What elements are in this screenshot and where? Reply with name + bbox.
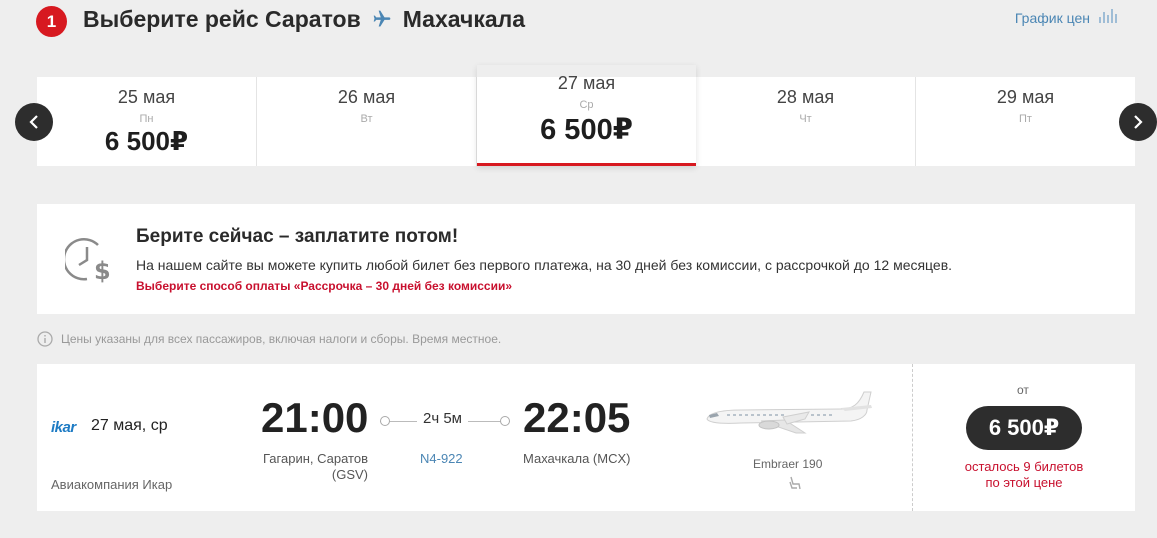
clock-dollar-icon: $ [62,235,115,288]
flight-card[interactable]: ikar 27 мая, ср Авиакомпания Икар 21:00 … [37,364,1135,511]
promo-text: На нашем сайте вы можете купить любой би… [136,257,953,273]
date-label: 28 мая [776,87,835,107]
date-option-0[interactable]: 25 мая Пн 6 500₽ [37,77,257,166]
date-carousel: 25 мая Пн 6 500₽ 26 мая Вт 27 мая Ср 6 5… [37,73,1135,166]
flight-duration: 2ч 5м [417,410,468,427]
bar-chart-icon [1099,9,1119,26]
weekday-label: Вт [360,113,373,125]
title-destination: Махачкала [402,5,526,32]
select-flight-price-button[interactable]: 6 500₽ [966,406,1082,450]
notice-text: Цены указаны для всех пассажиров, включа… [61,332,502,346]
airline-logo: ikar [51,419,76,436]
date-label: 29 мая [996,87,1055,107]
price-graph-link[interactable]: График цен [1015,9,1119,26]
next-dates-button[interactable] [1119,103,1157,141]
flight-selection-page: 1 Выберите рейс Саратов Махачкала График… [0,0,1157,538]
departure-city: Гагарин, Саратов [262,451,368,466]
airline-name: Авиакомпания Икар [51,477,173,492]
plane-icon [371,9,393,29]
date-label: 25 мая [117,87,176,107]
departure-place: Гагарин, Саратов (GSV) [237,451,368,483]
seat-icon [788,476,802,495]
promo-title: Берите сейчас – заплатите потом! [136,226,459,247]
title-origin: Выберите рейс Саратов [83,5,361,32]
aircraft-image [701,388,873,441]
departure-code: (GSV) [331,467,368,482]
seats-left-notice: осталось 9 билетов по этой цене [943,459,1105,491]
weekday-label: Ср [579,99,594,111]
flight-date: 27 мая, ср [91,417,168,434]
weekday-label: Пн [139,113,154,125]
date-label: 27 мая [557,73,616,93]
info-icon [37,331,53,347]
price-from-label: от [1017,383,1029,397]
arrival-place: Махачкала (MCX) [523,451,631,466]
arrival-time: 22:05 [523,394,631,441]
departure-time: 21:00 [261,394,369,441]
aircraft-model: Embraer 190 [753,457,823,471]
flight-number-link[interactable]: N4-922 [420,451,463,466]
date-option-1[interactable]: 26 мая Вт [257,77,477,166]
installment-promo: $ Берите сейчас – заплатите потом! На на… [37,204,1135,314]
chevron-right-icon [1134,115,1143,129]
date-label: 26 мая [337,87,396,107]
chevron-left-icon [29,115,38,129]
installment-payment-link[interactable]: Выберите способ оплаты «Рассрочка – 30 д… [136,279,512,293]
price-notice: Цены указаны для всех пассажиров, включа… [37,331,501,347]
page-title: Выберите рейс Саратов Махачкала [83,4,525,34]
date-option-2-selected[interactable]: 27 мая Ср 6 500₽ [477,65,696,166]
weekday-label: Пт [1019,113,1032,125]
step-badge: 1 [36,6,67,37]
weekday-label: Чт [799,113,812,125]
prev-dates-button[interactable] [15,103,53,141]
date-price: 6 500₽ [540,114,633,146]
price-graph-label: График цен [1014,9,1090,26]
origin-dot [380,416,390,426]
date-option-3[interactable]: 28 мая Чт [696,77,916,166]
date-option-4[interactable]: 29 мая Пт [916,77,1135,166]
seats-left-line2: по этой цене [985,475,1063,490]
price-divider [912,364,913,511]
svg-text:$: $ [94,257,111,283]
destination-dot [500,416,510,426]
seats-left-line1: осталось 9 билетов [964,459,1084,474]
date-price: 6 500₽ [104,126,189,156]
